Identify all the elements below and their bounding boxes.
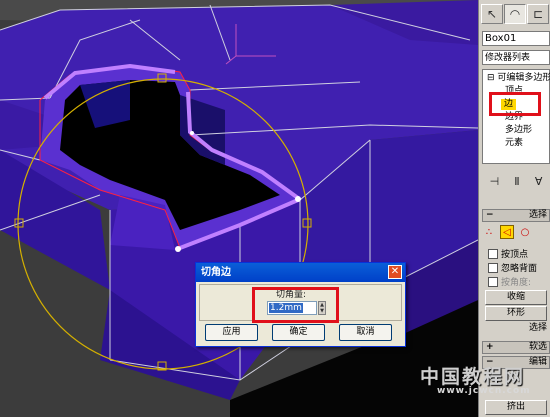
extrude-button[interactable]: 挤出 (485, 400, 547, 415)
stack-item-border[interactable]: 边界 (505, 112, 523, 123)
by-vertex-checkbox[interactable]: 按顶点 (488, 247, 528, 260)
hierarchy-icon: ⊏ (532, 7, 544, 21)
soft-selection-rollout-header[interactable]: + 软选 (482, 341, 550, 354)
sub-object-icons: ∴ ◁ ○ (482, 223, 532, 241)
chamfer-edges-dialog: 切角边 ✕ 切角量: 1.2mm ▲ ▼ 应用 确定 取消 (195, 262, 406, 347)
stack-item-vertex[interactable]: 顶点 (505, 86, 523, 97)
collapse-icon: ⊟ (487, 73, 498, 83)
watermark-text: 中国教程网 (420, 366, 526, 388)
vertex-icon[interactable]: ∴ (482, 225, 496, 239)
dialog-title: 切角边 (196, 263, 405, 282)
border-icon[interactable]: ○ (518, 225, 532, 239)
viewport-scene[interactable] (0, 0, 478, 417)
modifier-stack: ⊟ 可编辑多边形 顶点 边 边界 多边形 元素 (482, 69, 550, 164)
stack-controls: ⊣ Ⅱ ∀ (482, 171, 550, 191)
edge-icon[interactable]: ◁ (500, 225, 514, 239)
modifier-list-dropdown[interactable]: 修改器列表 (482, 50, 550, 65)
create-tab[interactable]: ↖ (481, 4, 503, 24)
select-label: 选择 (528, 323, 547, 333)
by-angle-checkbox[interactable]: 按角度: (488, 275, 531, 288)
viewport-perspective[interactable]: 切角边 ✕ 切角量: 1.2mm ▲ ▼ 应用 确定 取消 (0, 0, 478, 417)
ok-button[interactable]: 确定 (272, 324, 325, 341)
command-panel-tabs: ↖ ◠ ⊏ (481, 4, 550, 26)
apply-button[interactable]: 应用 (205, 324, 258, 341)
object-name-field[interactable]: Box01 (482, 31, 550, 46)
chamfer-amount-value: 1.2mm (269, 303, 303, 313)
chamfer-amount-label: 切角量: (276, 290, 307, 300)
chamfer-amount-input[interactable]: 1.2mm (267, 301, 317, 315)
command-panel: ↖ ◠ ⊏ Box01 修改器列表 ⊟ 可编辑多边形 顶点 边 边界 多边形 元… (478, 0, 550, 417)
make-unique-icon[interactable]: ∀ (535, 175, 543, 188)
show-end-result-icon[interactable]: Ⅱ (514, 175, 519, 188)
watermark-url: www.jcwcn.com (437, 386, 531, 396)
hierarchy-tab[interactable]: ⊏ (527, 4, 549, 24)
arc-icon: ◠ (509, 7, 521, 21)
shrink-button[interactable]: 收缩 (485, 290, 547, 305)
pointer-icon: ↖ (486, 7, 498, 21)
stack-item-edge[interactable]: 边 (501, 99, 517, 110)
close-icon[interactable]: ✕ (388, 265, 402, 279)
selection-rollout-header[interactable]: − 选择 (482, 209, 550, 222)
stack-item-element[interactable]: 元素 (505, 138, 523, 149)
stack-root-editable-poly[interactable]: ⊟ 可编辑多边形 (487, 73, 550, 84)
modify-tab[interactable]: ◠ (504, 4, 526, 24)
pin-stack-icon[interactable]: ⊣ (490, 175, 500, 188)
chamfer-amount-spinner[interactable]: ▲ ▼ (318, 301, 326, 315)
ring-button[interactable]: 环形 (485, 306, 547, 321)
stack-item-polygon[interactable]: 多边形 (505, 125, 532, 136)
ignore-backfacing-checkbox[interactable]: 忽略背面 (488, 261, 537, 274)
cancel-button[interactable]: 取消 (339, 324, 392, 341)
